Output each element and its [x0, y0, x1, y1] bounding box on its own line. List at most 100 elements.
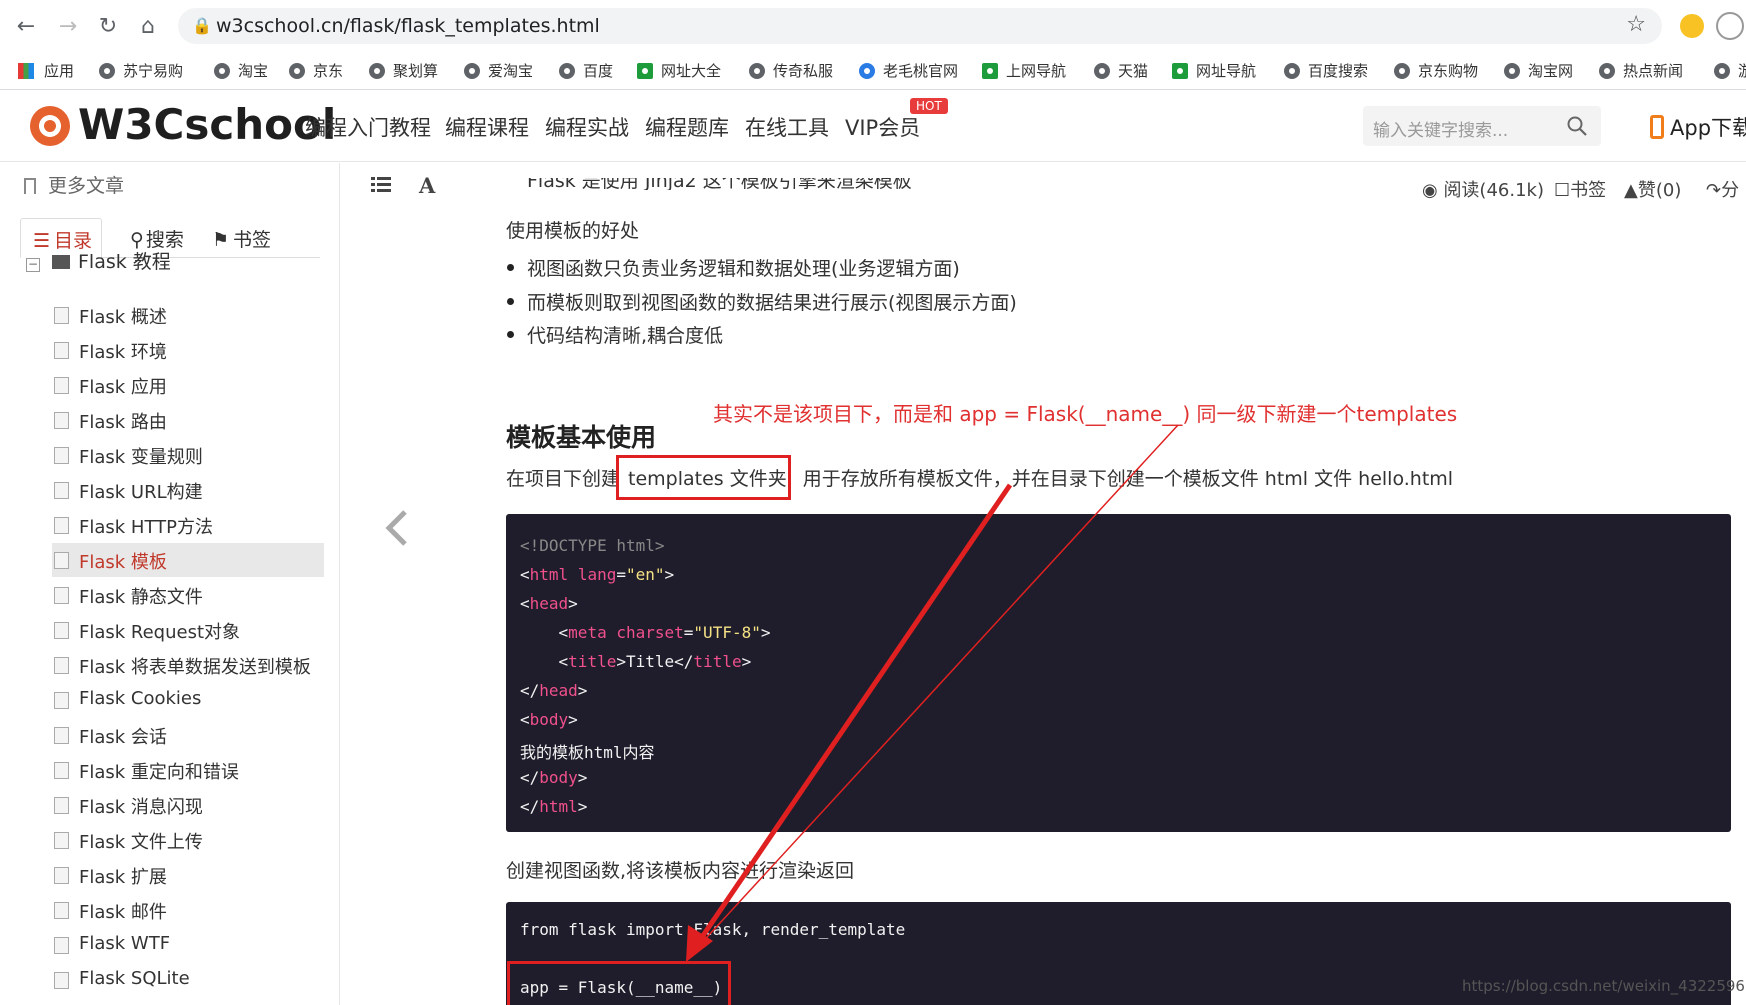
highlight-box-code — [507, 961, 731, 1005]
lock-icon: 🔒 — [192, 16, 212, 35]
bookmark-item[interactable]: 游 — [1714, 60, 1746, 81]
globe-icon — [369, 62, 385, 79]
code-line: <meta charset="UTF-8"> — [520, 623, 771, 642]
bookmark-item[interactable]: 淘宝 — [214, 60, 268, 81]
bookmark-item[interactable]: 苏宁易购 — [99, 60, 183, 81]
search-input[interactable]: 输入关键字搜索... — [1363, 106, 1601, 146]
forward-icon[interactable]: → — [52, 10, 84, 42]
bookmark-item[interactable]: 百度 — [559, 60, 613, 81]
toc-item[interactable]: Flask 变量规则 — [52, 438, 324, 472]
bookmark-outline-icon — [24, 178, 36, 194]
document-icon — [54, 552, 69, 569]
document-icon — [54, 517, 69, 534]
toc-item[interactable]: Flask 邮件 — [52, 893, 324, 927]
nav-item-vip[interactable]: VIP会员 — [845, 112, 920, 142]
globe-icon — [559, 62, 575, 79]
profile-icon[interactable] — [1716, 12, 1744, 40]
tab-bookmarks[interactable]: ⚑ 书签 — [200, 218, 281, 258]
benefits-title: 使用模板的好处 — [506, 220, 640, 242]
nav-item[interactable]: 在线工具 — [745, 112, 829, 142]
code-line: <!DOCTYPE html> — [520, 536, 665, 555]
document-icon — [54, 762, 69, 779]
toc-item[interactable]: Flask SQLite — [52, 963, 324, 997]
red-annotation: 其实不是该项目下，而是和 app = Flask(__name__) 同一级下新… — [713, 402, 1458, 426]
toc-root[interactable]: − Flask 教程 — [26, 247, 171, 274]
bookmark-apps[interactable]: 应用 — [18, 60, 74, 81]
bookmark-item[interactable]: 网址大全 — [637, 60, 721, 81]
cut-bullet: Flask 是使用 Jinja2 这个模板引擎来渲染模板 — [527, 178, 912, 190]
extension-icon[interactable] — [1680, 14, 1704, 38]
logo-text[interactable]: W3Cschool — [78, 100, 336, 149]
toc-item[interactable]: Flask 将表单数据发送到模板 — [52, 648, 324, 682]
home-icon[interactable]: ⌂ — [132, 10, 164, 42]
toc-item[interactable]: Flask 扩展 — [52, 858, 324, 892]
apps-grid-icon — [18, 62, 34, 79]
nav-item[interactable]: 编程实战 — [545, 112, 629, 142]
toc-item[interactable]: Flask 消息闪现 — [52, 788, 324, 822]
bookmark-item[interactable]: 传奇私服 — [749, 60, 833, 81]
bookmark-item[interactable]: 网址导航 — [1172, 60, 1256, 81]
address-bar[interactable]: 🔒 w3cschool.cn/flask/flask_templates.htm… — [178, 8, 1662, 44]
document-icon — [54, 692, 69, 709]
app-download-link[interactable]: App下载 — [1650, 112, 1746, 142]
toc-item[interactable]: Flask 路由 — [52, 403, 324, 437]
toc-item[interactable]: Flask 应用 — [52, 368, 324, 402]
bookmark-item[interactable]: 老毛桃官网 — [859, 60, 958, 81]
more-articles-link[interactable]: 更多文章 — [24, 171, 124, 198]
toc-item[interactable]: Flask 概述 — [52, 298, 324, 332]
document-icon — [54, 307, 69, 324]
share-button[interactable]: ↷分 — [1706, 176, 1739, 202]
globe-icon — [99, 62, 115, 79]
bookmark-icon: ⚑ — [212, 229, 230, 251]
document-icon — [54, 727, 69, 744]
document-icon — [54, 412, 69, 429]
back-icon[interactable]: ← — [10, 10, 42, 42]
search-icon[interactable] — [1567, 116, 1587, 136]
collapse-icon[interactable]: − — [26, 258, 40, 272]
list-view-icon[interactable] — [371, 177, 391, 193]
globe-icon — [749, 62, 765, 79]
benefit-item: 而模板则取到视图函数的数据结果进行展示(视图展示方面) — [507, 288, 1017, 315]
toc-item[interactable]: Flask Cookies — [52, 683, 324, 717]
bookmark-item[interactable]: 热点新闻 — [1599, 60, 1683, 81]
toc-item[interactable]: Flask 会话 — [52, 718, 324, 752]
grid-icon — [637, 62, 653, 79]
globe-icon — [1599, 62, 1615, 79]
benefit-item: 代码结构清晰,耦合度低 — [506, 321, 723, 348]
document-icon — [54, 832, 69, 849]
code-line: </body> — [520, 768, 588, 787]
bookmark-item[interactable]: 爱淘宝 — [464, 60, 533, 81]
toc-item[interactable]: Flask URL构建 — [52, 473, 324, 507]
reload-icon[interactable]: ↻ — [92, 10, 124, 42]
toc-item[interactable]: Flask 文件上传 — [52, 823, 324, 857]
eye-icon: ◉ — [1422, 180, 1444, 201]
toc-item[interactable]: Flask 模板 — [52, 543, 324, 577]
nav-item[interactable]: 编程题库 — [645, 112, 729, 142]
bookmark-item[interactable]: 天猫 — [1094, 60, 1148, 81]
bookmark-item[interactable]: 聚划算 — [369, 60, 438, 81]
toc-item[interactable]: Flask 环境 — [52, 333, 324, 367]
nav-item[interactable]: 编程课程 — [445, 112, 529, 142]
document-icon — [54, 622, 69, 639]
like-button[interactable]: ▲赞(0) — [1624, 176, 1681, 202]
prev-page-icon[interactable] — [383, 508, 413, 548]
star-icon[interactable]: ☆ — [1626, 12, 1646, 37]
font-size-icon[interactable]: A — [419, 173, 435, 198]
bookmark-item[interactable]: 京东 — [289, 60, 343, 81]
document-icon — [54, 587, 69, 604]
bookmark-item[interactable]: 京东购物 — [1394, 60, 1478, 81]
toc-item[interactable]: Flask Request对象 — [52, 613, 324, 647]
toc-item[interactable]: Flask HTTP方法 — [52, 508, 324, 542]
code-line: <html lang="en"> — [520, 565, 675, 584]
bookmark-item[interactable]: 百度搜索 — [1284, 60, 1368, 81]
nav-item[interactable]: 编程入门教程 — [305, 112, 431, 142]
toc-item[interactable]: Flask 重定向和错误 — [52, 753, 324, 787]
phone-icon — [1650, 115, 1664, 139]
bookmark-item[interactable]: 上网导航 — [982, 60, 1066, 81]
toc-item[interactable]: Flask WTF — [52, 928, 324, 962]
bookmark-item[interactable]: 淘宝网 — [1504, 60, 1573, 81]
bookmark-button[interactable]: ☐书签 — [1554, 176, 1606, 202]
globe-icon — [464, 62, 480, 79]
logo-icon[interactable] — [26, 104, 74, 148]
toc-item[interactable]: Flask 静态文件 — [52, 578, 324, 612]
